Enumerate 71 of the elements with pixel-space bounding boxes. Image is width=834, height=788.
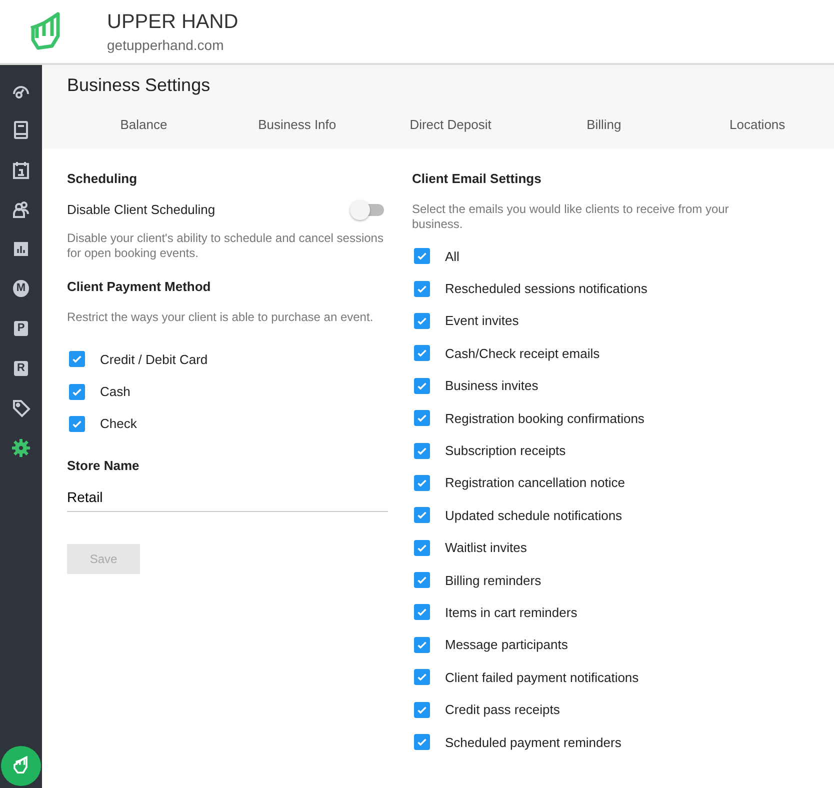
checkbox[interactable] [414, 312, 430, 329]
tag-icon[interactable] [11, 398, 31, 418]
checkmark-icon [416, 606, 428, 618]
checkbox-label: Items in cart reminders [445, 604, 578, 620]
checkbox[interactable] [414, 442, 430, 459]
checkbox-label: Business invites [445, 378, 538, 394]
checkbox-label: Credit / Debit Card [100, 352, 208, 367]
checkbox[interactable] [414, 280, 430, 297]
checkbox-label: Rescheduled sessions notifications [445, 281, 648, 296]
checkbox[interactable] [414, 734, 430, 750]
checkbox-label: Cash/Check receipt emails [445, 346, 600, 361]
tab[interactable]: Business Info [220, 111, 374, 140]
checkbox[interactable] [414, 474, 430, 491]
site-url: getupperhand.com [107, 36, 225, 52]
checkbox-label: Billing reminders [445, 572, 542, 588]
checkbox-label: Message participants [445, 637, 568, 652]
checkbox-label: All [445, 248, 460, 264]
checkbox[interactable] [414, 410, 430, 426]
checkbox[interactable] [69, 416, 85, 432]
checkbox-label: Subscription receipts [445, 443, 566, 458]
checkmark-icon [416, 574, 428, 586]
section-heading: Scheduling [67, 171, 138, 186]
checkmark-icon [71, 353, 83, 366]
help-text: Select the emails you would like clients to receive from your business. [412, 202, 730, 232]
checkmark-icon [416, 671, 428, 684]
checkbox[interactable] [414, 345, 430, 362]
checkbox-label: Credit pass receipts [445, 702, 560, 718]
checkbox-label: Cash [100, 384, 130, 400]
letter-circle-icon[interactable]: M [11, 278, 31, 299]
checkbox[interactable] [414, 507, 430, 524]
checkbox-label: Registration cancellation notice [445, 475, 625, 490]
checkbox-label: Scheduled payment reminders [445, 734, 622, 750]
brand-name: UPPER HAND [107, 10, 238, 34]
calendar-icon[interactable] [11, 160, 31, 180]
checkbox-label: Event invites [445, 313, 519, 328]
tab[interactable]: Locations [680, 111, 834, 140]
checkbox-label: Client failed payment notifications [445, 670, 639, 685]
section-heading: Client Email Settings [412, 171, 542, 186]
checkbox[interactable] [414, 669, 430, 686]
checkbox[interactable] [414, 604, 430, 620]
checkbox[interactable] [414, 636, 430, 653]
checkbox[interactable] [414, 702, 430, 718]
help-text: Disable your client's ability to schedule and cancel sessions for open booking events. [67, 231, 384, 261]
tab[interactable]: Direct Deposit [374, 111, 528, 140]
checkbox[interactable] [69, 351, 85, 368]
help-text: Restrict the ways your client is able to purchase an event. [67, 310, 374, 325]
checkmark-icon [416, 509, 428, 522]
book-icon[interactable] [11, 120, 31, 140]
checkbox[interactable] [414, 248, 430, 264]
tab[interactable]: Balance [67, 111, 220, 140]
toggle-label: Disable Client Scheduling [67, 202, 216, 217]
checkbox[interactable] [414, 572, 430, 588]
checkmark-icon [416, 736, 428, 748]
section-heading: Store Name [67, 458, 140, 474]
checkbox[interactable] [414, 378, 430, 394]
gear-icon[interactable] [11, 438, 31, 458]
page-title: Business Settings [67, 74, 212, 96]
checkbox-label: Registration booking confirmations [445, 410, 644, 426]
checkbox-label: Updated schedule notifications [445, 508, 622, 523]
checkmark-icon [416, 347, 428, 360]
checkbox-label: Check [100, 416, 137, 432]
hand-logo-icon[interactable] [1, 746, 41, 786]
people-icon[interactable] [11, 199, 31, 220]
tab[interactable]: Billing [527, 111, 681, 140]
letter-box-icon[interactable]: R [11, 358, 31, 379]
checkbox[interactable] [69, 384, 85, 400]
checkbox[interactable] [414, 540, 430, 556]
section-heading: Client Payment Method [67, 279, 212, 294]
checkmark-icon [416, 412, 428, 424]
checkbox-label: Waitlist invites [445, 540, 527, 556]
checkmark-icon [416, 250, 428, 262]
